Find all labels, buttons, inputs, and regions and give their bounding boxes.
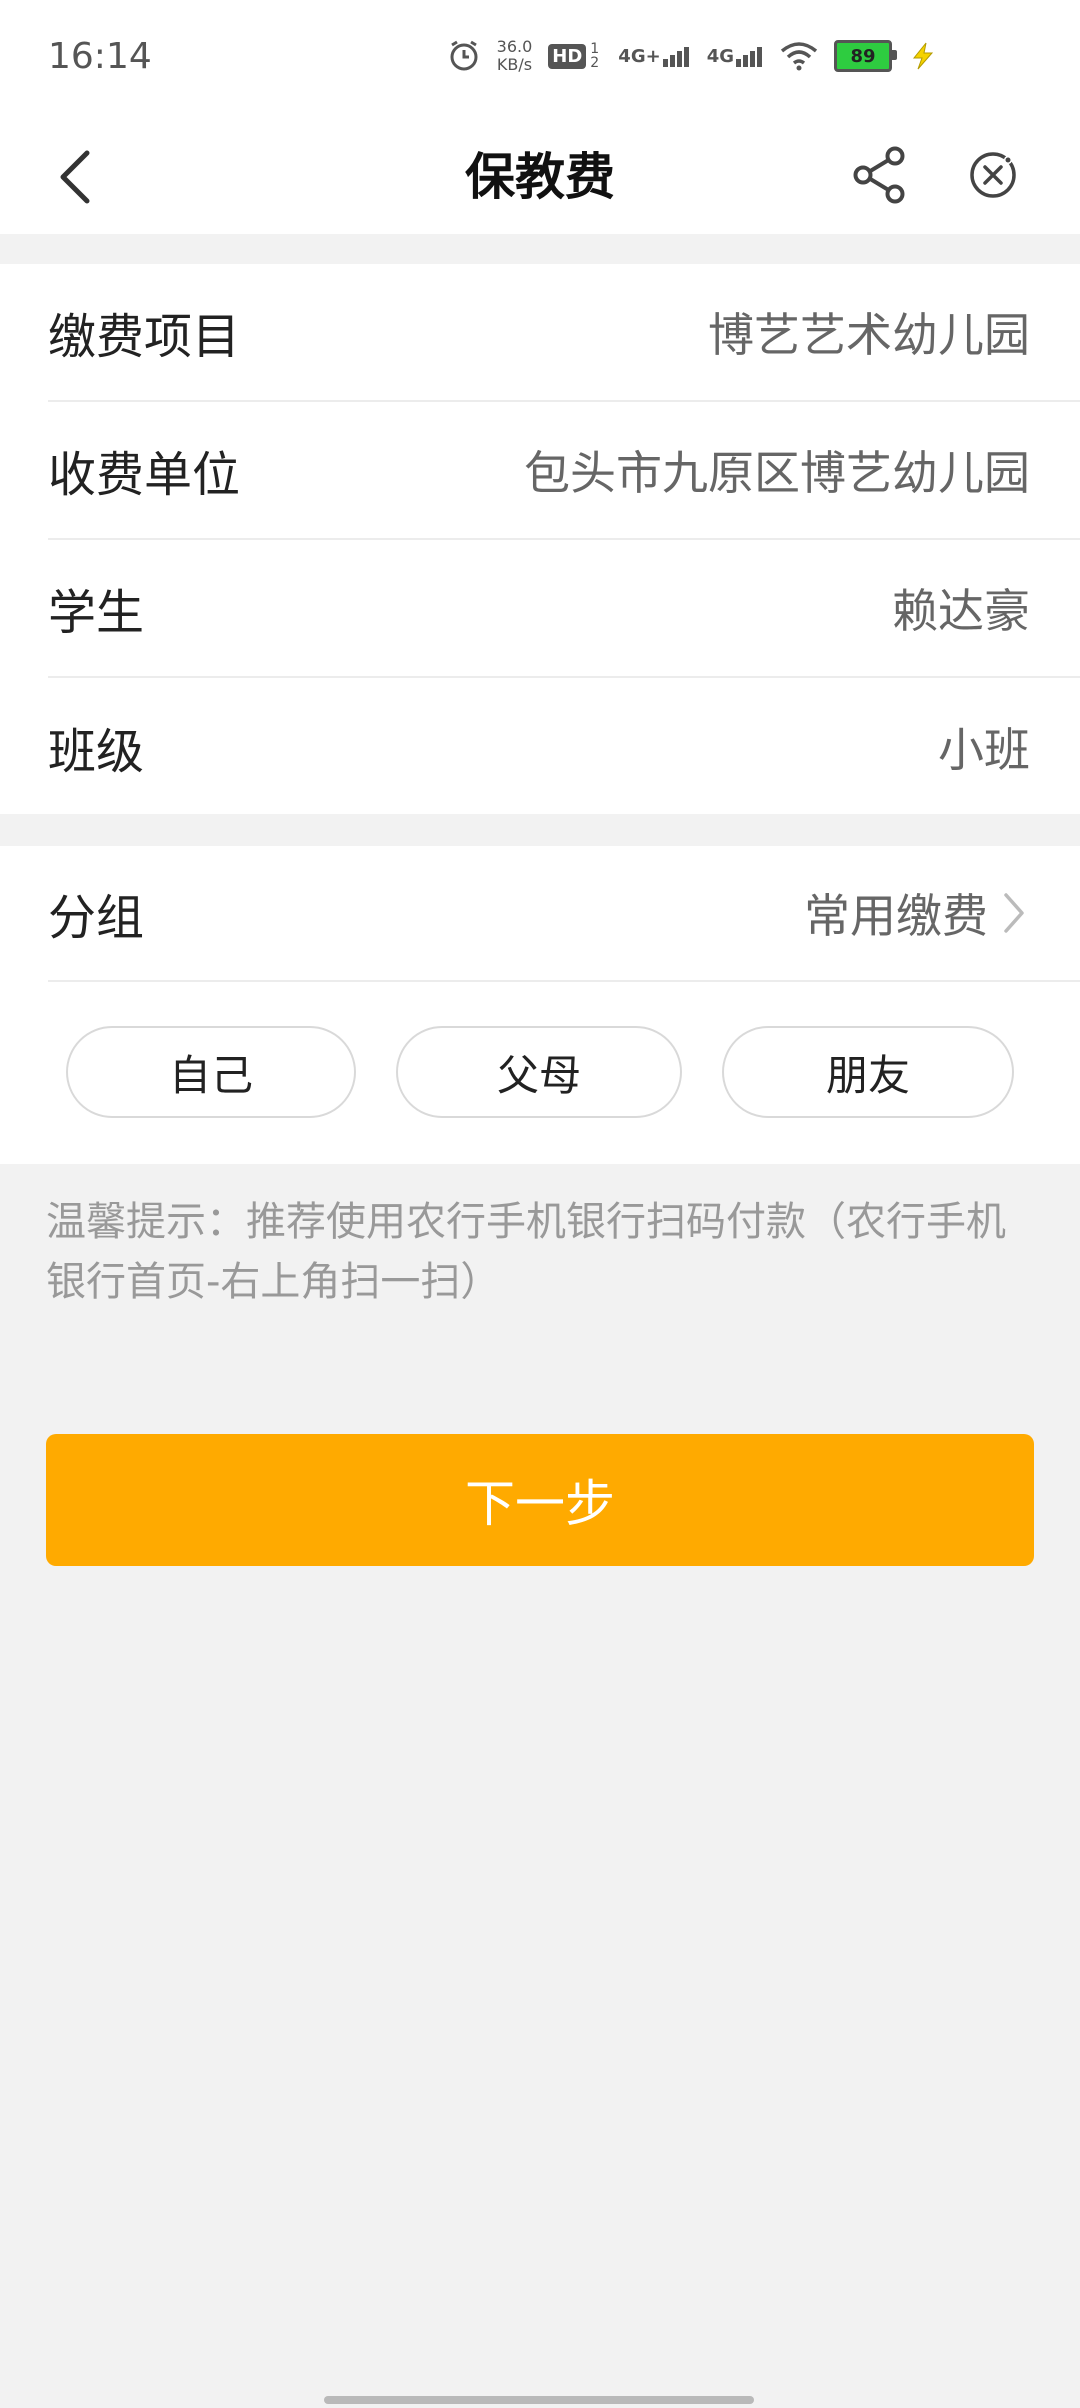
group-option-friends[interactable]: 朋友 xyxy=(722,1026,1014,1118)
status-bar: 16:14 36.0 KB/s HD 1 2 4G+ 4G 89 xyxy=(0,0,1080,120)
close-button[interactable] xyxy=(958,140,1028,210)
home-indicator[interactable] xyxy=(324,2396,754,2404)
battery-icon: 89 xyxy=(834,40,897,72)
info-row-student: 学生 赖达豪 xyxy=(48,540,1080,678)
row-value: 包头市九原区博艺幼儿园 xyxy=(524,446,1030,500)
network-speed: 36.0 KB/s xyxy=(497,38,533,74)
signal-bars-icon xyxy=(736,47,762,67)
net2-label: 4G xyxy=(706,46,734,67)
row-label: 收费单位 xyxy=(48,447,241,503)
row-value: 博艺艺术幼儿园 xyxy=(708,308,1030,362)
group-value: 常用缴费 xyxy=(804,889,988,943)
row-label: 班级 xyxy=(48,724,145,780)
alarm-icon xyxy=(450,40,478,71)
sim-slots: 1 2 xyxy=(590,41,600,71)
page-title: 保教费 xyxy=(465,148,615,206)
hd-badge: HD 1 2 xyxy=(548,42,602,70)
group-option-parents[interactable]: 父母 xyxy=(396,1026,682,1118)
signal-4g: 4G xyxy=(707,45,764,67)
page: 16:14 36.0 KB/s HD 1 2 4G+ 4G 89 保教费 缴费项… xyxy=(0,0,1080,2408)
tip-text: 温馨提示：推荐使用农行手机银行扫码付款（农行手机银行首页-右上角扫一扫） xyxy=(46,1199,1006,1305)
speed-unit: KB/s xyxy=(496,55,533,74)
group-selector[interactable]: 分组 常用缴费 xyxy=(48,846,1080,982)
next-step-button[interactable]: 下一步 xyxy=(46,1434,1034,1566)
share-button[interactable] xyxy=(845,140,915,210)
group-option-self[interactable]: 自己 xyxy=(66,1026,356,1118)
group-label: 分组 xyxy=(48,890,145,946)
share-icon xyxy=(853,146,905,204)
header: 保教费 xyxy=(0,120,1080,234)
info-row-item: 缴费项目 博艺艺术幼儿园 xyxy=(48,264,1080,402)
charging-icon xyxy=(912,42,934,70)
info-row-class: 班级 小班 xyxy=(48,678,1080,816)
row-value: 赖达豪 xyxy=(892,584,1030,638)
payment-info-section: 缴费项目 博艺艺术幼儿园 收费单位 包头市九原区博艺幼儿园 学生 赖达豪 班级 … xyxy=(0,264,1080,814)
row-value: 小班 xyxy=(938,723,1030,777)
status-icons: 36.0 KB/s HD 1 2 4G+ 4G 89 xyxy=(447,38,938,74)
close-circle-icon xyxy=(970,152,1016,198)
row-label: 缴费项目 xyxy=(48,309,241,365)
hd-label: HD xyxy=(548,43,587,69)
row-label: 学生 xyxy=(48,585,145,641)
wifi-icon xyxy=(780,42,818,71)
chevron-right-icon xyxy=(1004,893,1024,933)
signal-4gplus: 4G+ xyxy=(618,45,690,67)
status-time: 16:14 xyxy=(48,36,152,77)
info-row-payee: 收费单位 包头市九原区博艺幼儿园 xyxy=(48,402,1080,540)
speed-value: 36.0 xyxy=(496,37,533,56)
net1-label: 4G+ xyxy=(618,46,661,67)
group-section: 分组 常用缴费 自己 父母 朋友 xyxy=(0,846,1080,1164)
signal-bars-icon xyxy=(662,47,689,67)
group-right: 常用缴费 xyxy=(804,880,1026,946)
